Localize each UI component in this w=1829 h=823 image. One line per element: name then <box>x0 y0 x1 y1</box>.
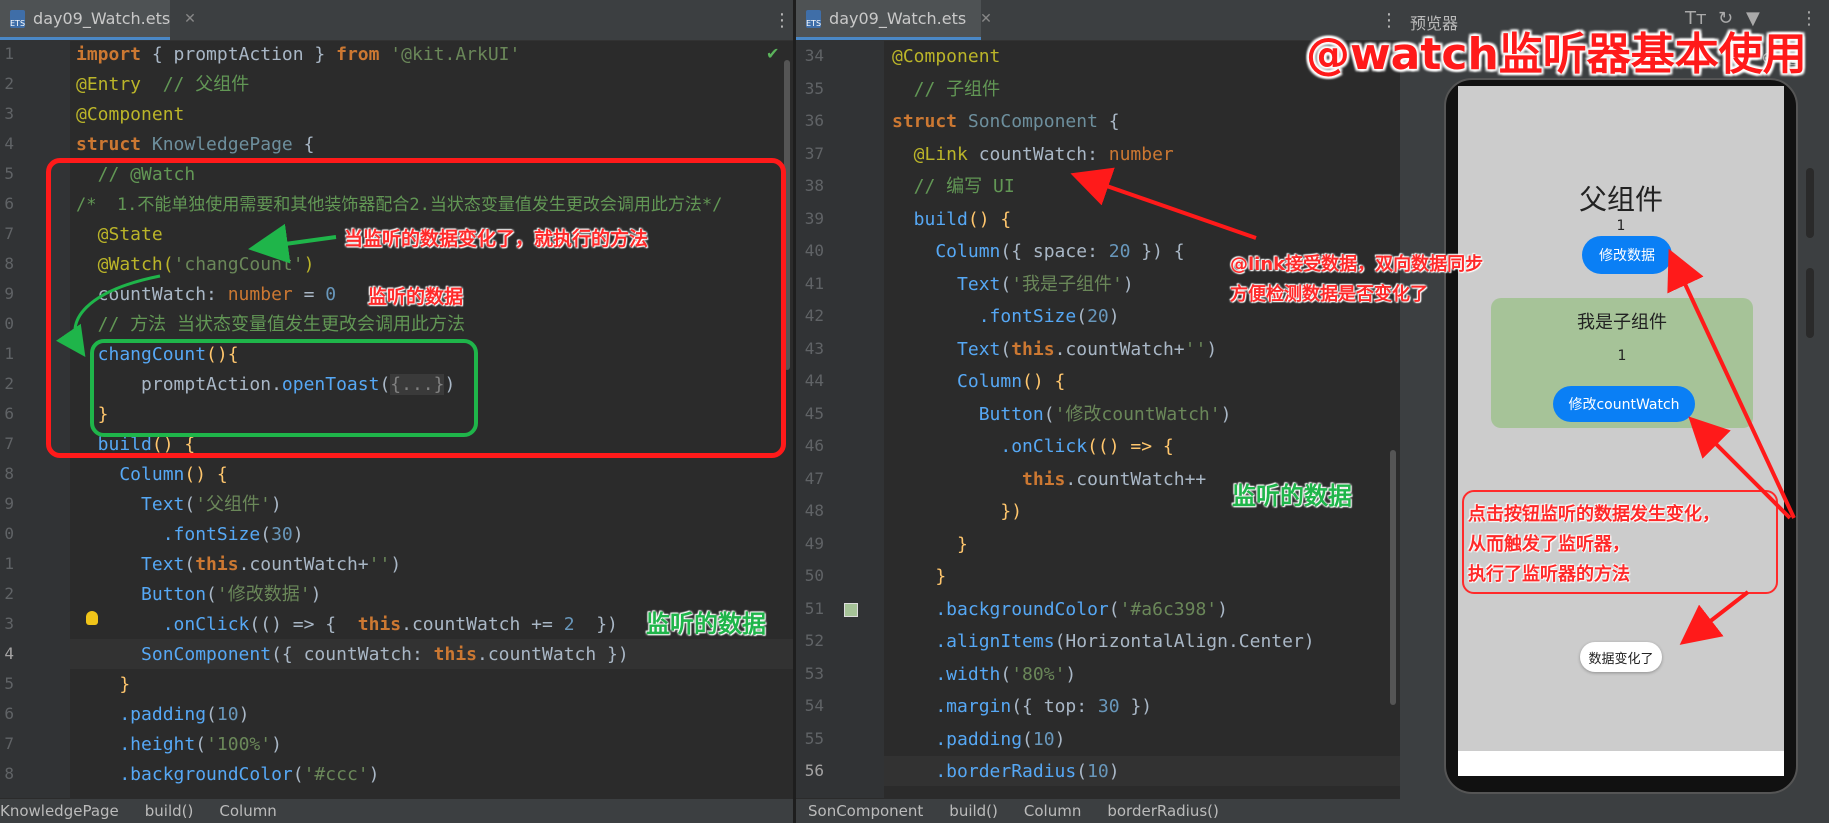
toast-message: 数据变化了 <box>1580 642 1662 672</box>
line-number: 8 <box>4 464 14 483</box>
child-component: 我是子组件 1 修改countWatch <box>1491 298 1753 428</box>
line-number: 2 <box>4 374 14 393</box>
right-file-tab[interactable]: ETS day09_Watch.ets ✕ <box>796 0 992 40</box>
parent-count: 1 <box>1616 218 1626 234</box>
line-number: 41 <box>804 273 824 293</box>
line-number: 36 <box>804 111 824 130</box>
line-number: 56 <box>804 761 824 780</box>
line-number: 47 <box>804 468 824 488</box>
line-number: 7 <box>4 434 14 453</box>
line-number: 46 <box>804 436 824 455</box>
line-number: 7 <box>4 734 14 753</box>
line-number: 8 <box>4 764 14 783</box>
link-note-1: @link接受数据，双向数据同步 <box>1230 254 1484 275</box>
line-number: 53 <box>804 663 824 683</box>
device-frame: 父组件 1 修改数据 我是子组件 1 修改countWatch 数据变化了 <box>1444 78 1798 794</box>
watched-data-label-3: 监听的数据 <box>1232 482 1352 510</box>
line-number: 1 <box>4 554 14 573</box>
line-number: 50 <box>804 566 824 585</box>
line-number: 54 <box>804 696 824 715</box>
child-count: 1 <box>1617 348 1627 364</box>
headline: @watch监听器基本使用 <box>1306 29 1807 80</box>
line-number: 48 <box>804 501 824 520</box>
bottom-bar <box>1458 751 1784 776</box>
change-count-highlight <box>90 339 478 437</box>
color-swatch-icon[interactable] <box>844 603 858 617</box>
modify-countwatch-button[interactable]: 修改countWatch <box>1553 386 1695 422</box>
right-tab-label: day09_Watch.ets <box>829 9 967 28</box>
crumb-method[interactable]: borderRadius() <box>1107 802 1219 820</box>
crumb-build[interactable]: build() <box>949 802 998 820</box>
line-number: 2 <box>4 584 14 603</box>
parent-title: 父组件 <box>1578 183 1663 216</box>
line-number: 42 <box>804 306 824 325</box>
crumb-column[interactable]: Column <box>219 802 276 820</box>
line-number: 40 <box>804 241 824 260</box>
line-number: 34 <box>804 46 824 65</box>
trigger-line-2: 从而触发了监听器， <box>1468 534 1630 555</box>
watch-note: 当监听的数据变化了，就执行的方法 <box>344 228 649 250</box>
close-icon[interactable]: ✕ <box>184 11 196 27</box>
right-editor: ETS day09_Watch.ets ✕ ⋮ 34 35 36 37 38 39 40 41… <box>796 0 1400 823</box>
line-number: 55 <box>804 728 824 748</box>
line-number: 37 <box>804 143 824 163</box>
line-number: 51 <box>804 598 824 618</box>
close-icon[interactable]: ✕ <box>980 11 992 27</box>
ets-file-icon: ETS <box>806 9 822 28</box>
right-breadcrumb: SonComponent build() Column borderRadius… <box>796 798 1400 823</box>
watched-data-label-2: 监听的数据 <box>646 610 766 638</box>
line-number: 0 <box>4 524 14 543</box>
crumb-build[interactable]: build() <box>145 802 194 820</box>
side-handle[interactable] <box>1806 168 1814 238</box>
more-options-icon[interactable]: ⋮ <box>773 10 791 31</box>
lightbulb-icon[interactable] <box>86 611 98 625</box>
left-tab-bar: ETS day09_Watch.ets ✕ ⋮ <box>0 0 793 41</box>
line-number: 5 <box>4 674 14 693</box>
line-number: 52 <box>804 631 824 650</box>
line-number: 43 <box>804 338 824 358</box>
modify-data-button[interactable]: 修改数据 <box>1582 236 1672 274</box>
line-number: 6 <box>4 404 14 423</box>
line-number: 9 <box>4 284 14 303</box>
line-number: 8 <box>4 254 14 273</box>
line-number: 5 <box>4 164 14 183</box>
line-number: 49 <box>804 533 824 553</box>
line-number: 4 <box>4 644 14 663</box>
line-number: 1 <box>4 44 14 63</box>
line-number: 35 <box>804 78 824 98</box>
ets-file-icon: ETS <box>10 9 26 28</box>
side-handle[interactable] <box>1806 268 1814 338</box>
left-file-tab[interactable]: ETS day09_Watch.ets ✕ <box>0 0 196 40</box>
crumb-struct[interactable]: KnowledgePage <box>0 802 119 820</box>
right-scrollbar[interactable] <box>1390 450 1396 705</box>
line-number: 3 <box>4 104 14 123</box>
previewer-panel: 预览器 Tт ↻ ▼ ⋮ ⊖ ⊕ ▣ 父组件 1 修改数据 我是子组件 1 修改… <box>1400 0 1829 823</box>
device-screen: 父组件 1 修改数据 我是子组件 1 修改countWatch 数据变化了 <box>1458 86 1784 776</box>
trigger-line-1: 点击按钮监听的数据发生变化， <box>1468 504 1720 525</box>
link-note-2: 方便检测数据是否变化了 <box>1230 284 1428 305</box>
line-number: 3 <box>4 614 14 633</box>
check-icon: ✔ <box>766 44 780 63</box>
child-title: 我是子组件 <box>1577 312 1667 333</box>
line-number: 6 <box>4 194 14 213</box>
line-number: 1 <box>4 344 14 363</box>
line-number: 0 <box>4 314 14 333</box>
left-tab-label: day09_Watch.ets <box>33 9 171 28</box>
line-number: 45 <box>804 403 824 423</box>
line-number: 9 <box>4 494 14 513</box>
line-number: 7 <box>4 224 14 243</box>
line-number: 39 <box>804 208 824 228</box>
crumb-column[interactable]: Column <box>1024 802 1081 820</box>
crumb-struct[interactable]: SonComponent <box>808 802 923 820</box>
line-number: 44 <box>804 371 824 390</box>
watched-data-label-1: 监听的数据 <box>368 286 464 308</box>
line-number: 38 <box>804 176 824 195</box>
line-number: 4 <box>4 134 14 153</box>
left-breadcrumb: KnowledgePage build() Column <box>0 798 793 823</box>
trigger-line-3: 执行了监听器的方法 <box>1468 564 1630 585</box>
line-number: 6 <box>4 704 14 723</box>
line-number: 2 <box>4 74 14 93</box>
